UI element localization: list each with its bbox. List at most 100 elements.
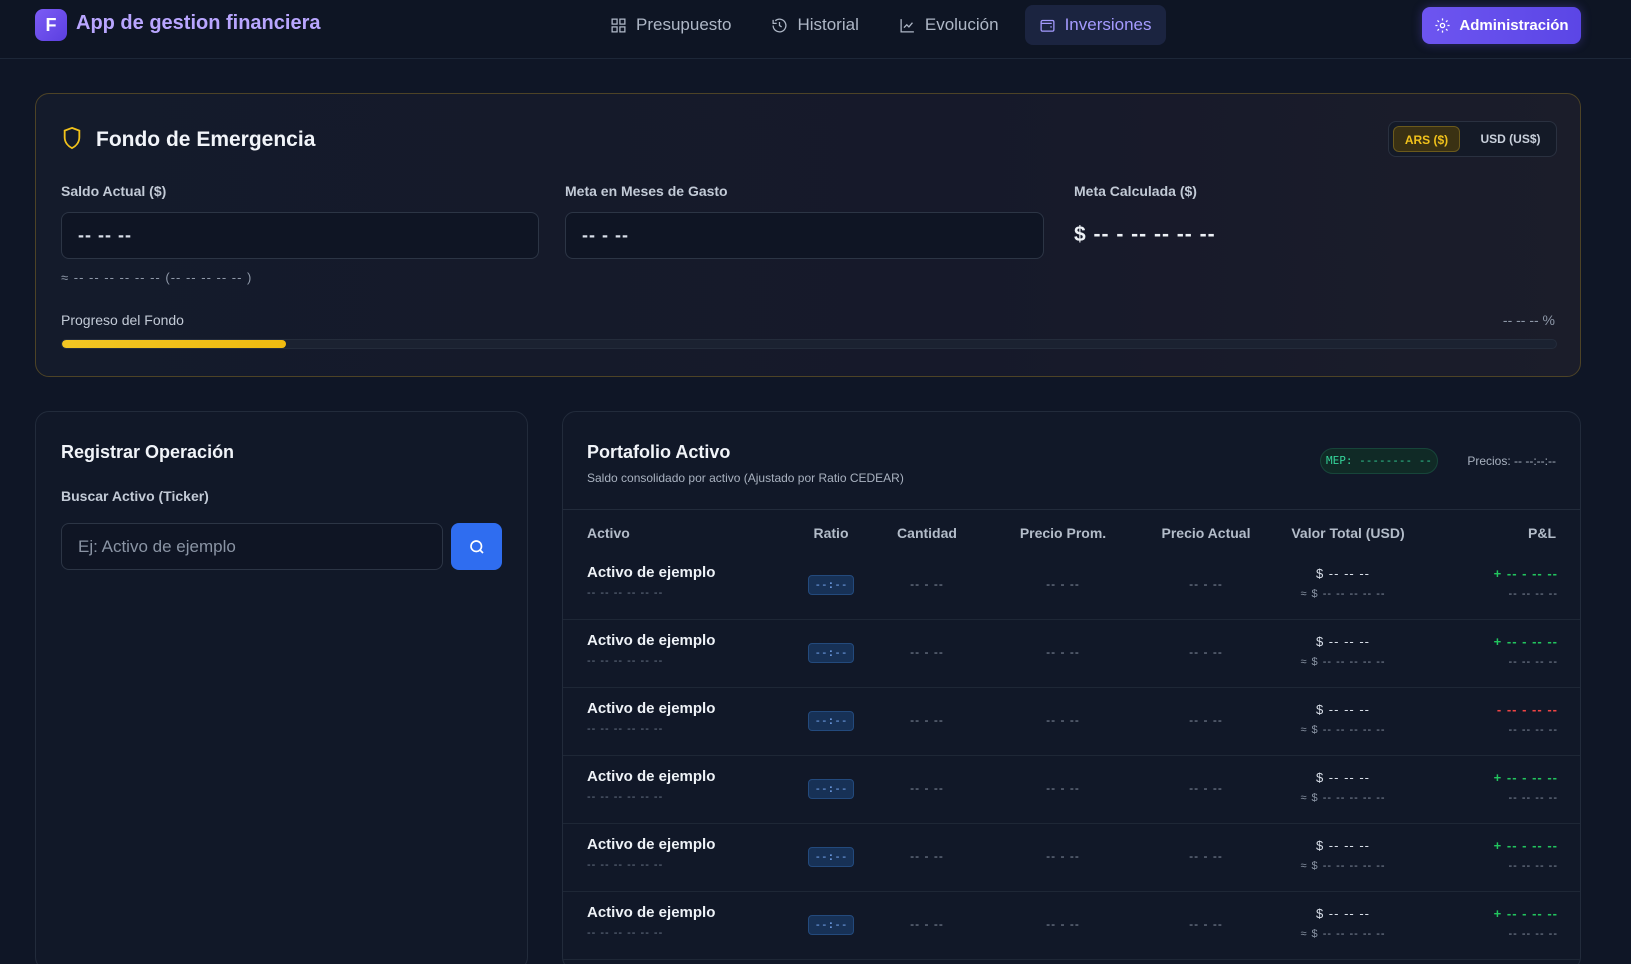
table-header-divider: [563, 509, 1580, 510]
pl-cell: + -- - -- --: [1493, 906, 1558, 921]
admin-button[interactable]: Administración: [1422, 7, 1581, 44]
column-header-valor-total[interactable]: Valor Total (USD): [1273, 525, 1423, 541]
history-icon: [772, 18, 787, 33]
nav-historial[interactable]: Historial: [757, 5, 872, 45]
register-operation-card: Registrar Operación Buscar Activo (Ticke…: [35, 411, 528, 964]
valor-total-cell: $ -- -- --: [1315, 702, 1371, 717]
asset-name: Activo de ejemplo: [587, 700, 716, 717]
admin-label: Administración: [1459, 17, 1569, 34]
valor-total-approx: ≈ $ -- -- -- -- --: [1300, 588, 1386, 600]
asset-sub: -- -- -- -- -- --: [587, 927, 664, 939]
app-title[interactable]: App de gestion financiera: [76, 12, 320, 35]
progress-percent: -- -- -- %: [1502, 312, 1555, 328]
pl-sub: -- -- -- --: [1508, 860, 1558, 872]
ratio-badge: --:--: [808, 779, 854, 799]
column-header-activo[interactable]: Activo: [587, 525, 630, 541]
calc-value: $ -- - -- -- -- --: [1074, 223, 1216, 246]
column-header-pl[interactable]: P&L: [1528, 525, 1556, 541]
valor-total-cell: $ -- -- --: [1315, 566, 1371, 581]
wallet-icon: [1040, 19, 1055, 32]
asset-name: Activo de ejemplo: [587, 564, 716, 581]
nav-inversiones[interactable]: Inversiones: [1024, 5, 1166, 45]
valor-total-approx: ≈ $ -- -- -- -- --: [1300, 656, 1386, 668]
precio-actual-cell: -- - --: [1189, 917, 1223, 931]
nav-label: Presupuesto: [636, 15, 732, 34]
nav-label: Historial: [797, 15, 859, 34]
search-button[interactable]: [451, 523, 502, 570]
column-header-precio-actual[interactable]: Precio Actual: [1146, 525, 1266, 541]
valor-total-approx: ≈ $ -- -- -- -- --: [1300, 724, 1386, 736]
currency-usd-button[interactable]: USD (US$): [1469, 126, 1552, 152]
pl-cell: - -- - -- --: [1496, 702, 1558, 717]
precio-prom-cell: -- - --: [1046, 917, 1080, 931]
grid-icon: [611, 17, 626, 33]
column-header-ratio[interactable]: Ratio: [806, 525, 856, 541]
saldo-input[interactable]: -- -- --: [61, 212, 539, 259]
top-bar: F App de gestion financiera Presupuesto …: [0, 0, 1631, 59]
table-row[interactable]: Activo de ejemplo -- -- -- -- -- -- --:-- -…: [563, 552, 1580, 620]
ratio-badge: --:--: [808, 711, 854, 731]
table-row[interactable]: Activo de ejemplo -- -- -- -- -- -- --:-- -…: [563, 688, 1580, 756]
pl-sub: -- -- -- --: [1508, 656, 1558, 668]
valor-total-approx: ≈ $ -- -- -- -- --: [1300, 928, 1386, 940]
app-logo[interactable]: F: [35, 9, 67, 41]
cantidad-cell: -- - --: [910, 713, 944, 727]
emergency-fund-card: Fondo de Emergencia ARS ($) USD (US$) Sa…: [35, 93, 1581, 377]
chart-line-icon: [900, 18, 914, 33]
nav-presupuesto[interactable]: Presupuesto: [596, 5, 745, 45]
saldo-approx: ≈ -- -- -- -- -- -- (-- -- -- -- -- ): [61, 270, 253, 285]
ratio-badge: --:--: [808, 575, 854, 595]
precio-actual-cell: -- - --: [1189, 849, 1223, 863]
meta-input[interactable]: -- - --: [565, 212, 1044, 259]
nav-label: Evolución: [924, 15, 999, 34]
meta-label: Meta en Meses de Gasto: [565, 183, 728, 199]
valor-total-approx: ≈ $ -- -- -- -- --: [1300, 860, 1386, 872]
table-row[interactable]: Activo de ejemplo -- -- -- -- -- -- --:-- -…: [563, 824, 1580, 892]
cantidad-cell: -- - --: [910, 645, 944, 659]
asset-sub: -- -- -- -- -- --: [587, 723, 664, 735]
pl-sub: -- -- -- --: [1508, 588, 1558, 600]
precio-prom-cell: -- - --: [1046, 577, 1080, 591]
asset-name: Activo de ejemplo: [587, 836, 716, 853]
precio-actual-cell: -- - --: [1189, 713, 1223, 727]
precio-actual-cell: -- - --: [1189, 781, 1223, 795]
main-nav: Presupuesto Historial Evolución Inversio…: [596, 5, 1166, 45]
valor-total-cell: $ -- -- --: [1315, 770, 1371, 785]
valor-total-cell: $ -- -- --: [1315, 634, 1371, 649]
cantidad-cell: -- - --: [910, 577, 944, 591]
ticker-search-input[interactable]: [61, 523, 443, 570]
progress-bar: [61, 339, 1557, 349]
precio-prom-cell: -- - --: [1046, 713, 1080, 727]
calc-label: Meta Calculada ($): [1074, 183, 1197, 199]
ratio-badge: --:--: [808, 643, 854, 663]
ratio-badge: --:--: [808, 847, 854, 867]
currency-toggle: ARS ($) USD (US$): [1388, 121, 1557, 157]
currency-ars-button[interactable]: ARS ($): [1393, 126, 1460, 152]
asset-name: Activo de ejemplo: [587, 632, 716, 649]
prices-timestamp: Precios: -- --:--:--: [1467, 454, 1556, 468]
table-row[interactable]: Activo de ejemplo -- -- -- -- -- -- --:-- -…: [563, 620, 1580, 688]
precio-prom-cell: -- - --: [1046, 781, 1080, 795]
pl-cell: + -- - -- --: [1493, 770, 1558, 785]
register-title: Registrar Operación: [61, 442, 235, 462]
asset-name: Activo de ejemplo: [587, 768, 716, 785]
cantidad-cell: -- - --: [910, 781, 944, 795]
search-label: Buscar Activo (Ticker): [61, 488, 209, 504]
gear-icon: [1435, 18, 1450, 33]
nav-evolucion[interactable]: Evolución: [885, 5, 1013, 45]
valor-total-approx: ≈ $ -- -- -- -- --: [1300, 792, 1386, 804]
portfolio-title: Portafolio Activo: [587, 442, 731, 462]
column-header-precio-prom[interactable]: Precio Prom.: [1008, 525, 1118, 541]
pl-cell: + -- - -- --: [1493, 634, 1558, 649]
table-row[interactable]: Activo de ejemplo -- -- -- -- -- -- --:-- -…: [563, 756, 1580, 824]
column-header-cantidad[interactable]: Cantidad: [877, 525, 977, 541]
fund-title: Fondo de Emergencia: [96, 128, 316, 151]
nav-label: Inversiones: [1064, 15, 1152, 34]
search-icon: [469, 539, 484, 554]
valor-total-cell: $ -- -- --: [1315, 838, 1371, 853]
saldo-label: Saldo Actual ($): [61, 183, 167, 199]
table-row[interactable]: Activo de ejemplo -- -- -- -- -- -- --:-- -…: [563, 892, 1580, 960]
cantidad-cell: -- - --: [910, 917, 944, 931]
asset-name: Activo de ejemplo: [587, 904, 716, 921]
precio-prom-cell: -- - --: [1046, 849, 1080, 863]
